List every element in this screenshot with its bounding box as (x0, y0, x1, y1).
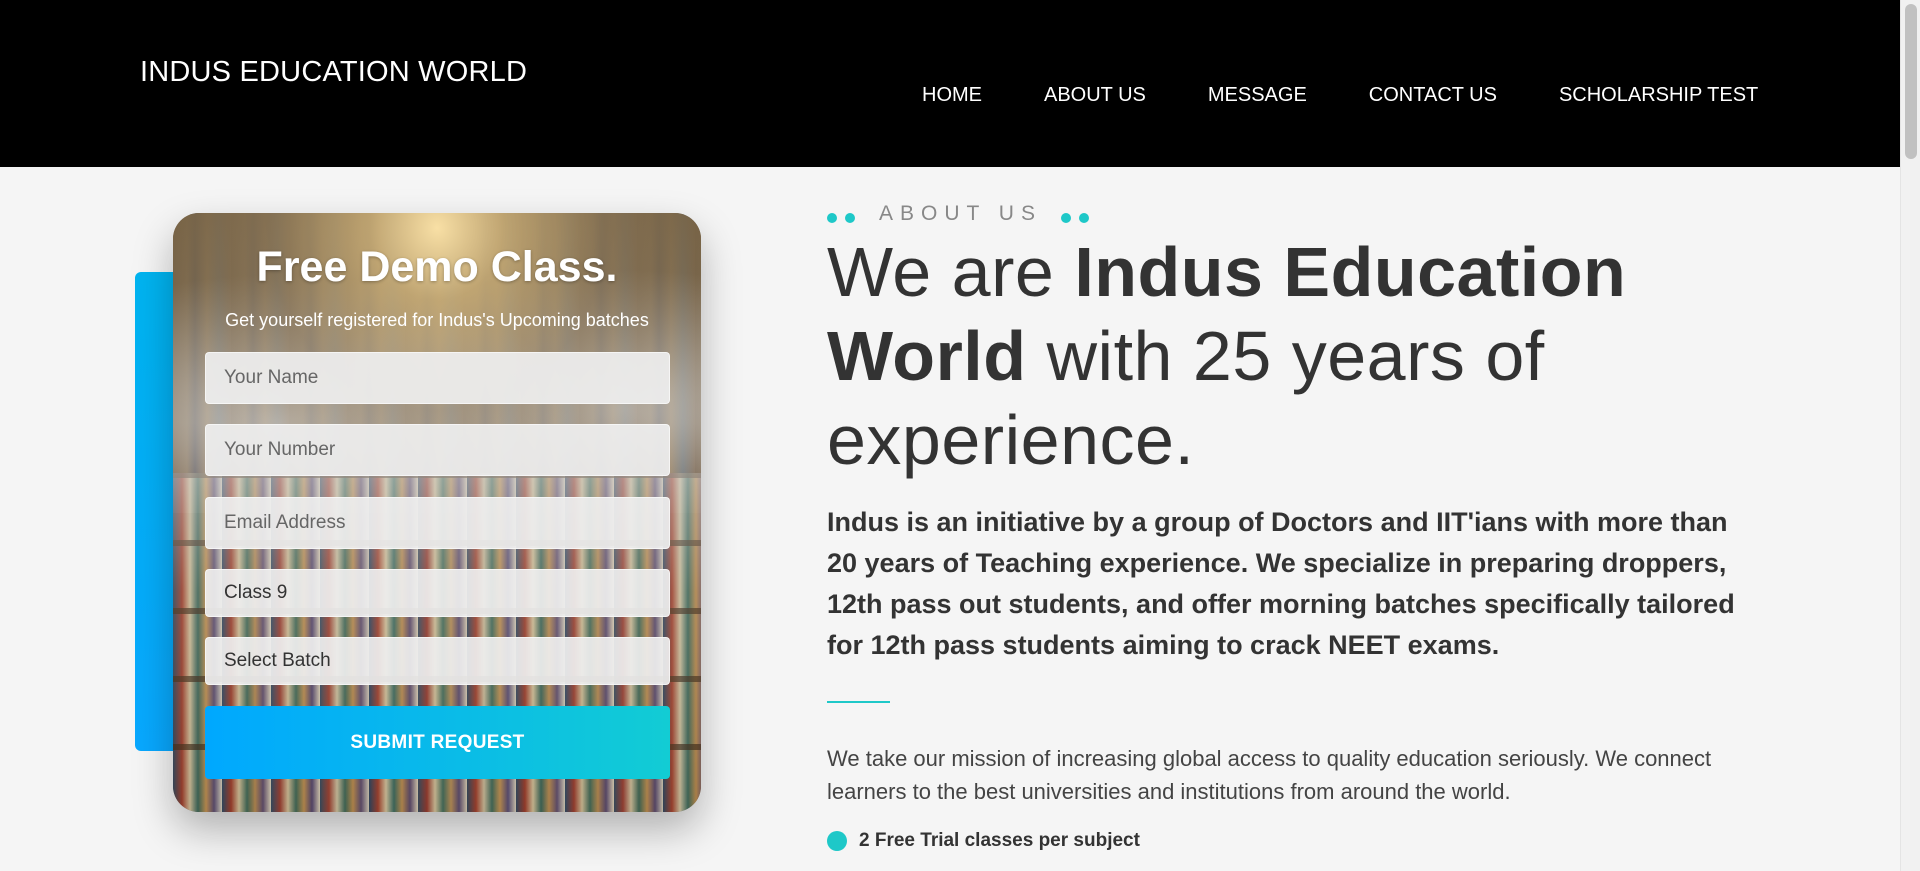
form-subtitle: Get yourself registered for Indus's Upco… (225, 310, 649, 330)
section-eyebrow: ABOUT US (827, 202, 1089, 226)
email-input[interactable] (224, 512, 669, 534)
eyebrow-label: ABOUT US (879, 202, 1042, 225)
bullet-icon (827, 831, 847, 851)
dot-icon (827, 213, 837, 223)
eyebrow-dots-right (1060, 205, 1089, 223)
dot-icon (1060, 213, 1071, 223)
number-input[interactable] (224, 439, 669, 461)
dot-icon (1078, 213, 1089, 223)
number-field[interactable] (205, 424, 670, 476)
dot-icon (845, 213, 855, 223)
about-body-paragraph: We take our mission of increasing global… (827, 746, 1712, 804)
feature-text: 2 Free Trial classes per subject (859, 830, 1140, 851)
demo-class-form: Free Demo Class. Get yourself registered… (173, 213, 701, 812)
submit-request-button[interactable]: SUBMIT REQUEST (205, 706, 670, 779)
headline-part: We are (827, 233, 1075, 311)
batch-select[interactable]: Select Batch (205, 637, 670, 685)
eyebrow-dots-left (827, 205, 855, 223)
name-input[interactable] (224, 367, 669, 389)
brand-logo-text[interactable]: INDUS EDUCATION WORLD (140, 56, 527, 89)
nav-contact-us[interactable]: CONTACT US (1369, 84, 1497, 107)
about-headline: We are Indus Education World with 25 yea… (827, 230, 1727, 482)
about-lead-paragraph: Indus is an initiative by a group of Doc… (827, 507, 1735, 660)
nav-message[interactable]: MESSAGE (1208, 84, 1307, 107)
form-title: Free Demo Class. (256, 243, 618, 291)
page-scrollbar[interactable] (1900, 0, 1920, 871)
email-field[interactable] (205, 497, 670, 549)
class-select-value: Class 9 (224, 582, 288, 603)
name-field[interactable] (205, 352, 670, 404)
nav-scholarship-test[interactable]: SCHOLARSHIP TEST (1559, 84, 1758, 107)
nav-home[interactable]: HOME (922, 84, 982, 107)
class-select[interactable]: Class 9 (205, 569, 670, 617)
batch-select-value: Select Batch (224, 650, 331, 671)
section-divider (827, 701, 890, 703)
scrollbar-thumb[interactable] (1905, 4, 1917, 159)
main-nav: HOME ABOUT US MESSAGE CONTACT US SCHOLAR… (922, 84, 1758, 107)
nav-about-us[interactable]: ABOUT US (1044, 84, 1146, 107)
site-header: INDUS EDUCATION WORLD HOME ABOUT US MESS… (0, 0, 1900, 167)
feature-list-item: 2 Free Trial classes per subject (827, 830, 1140, 852)
